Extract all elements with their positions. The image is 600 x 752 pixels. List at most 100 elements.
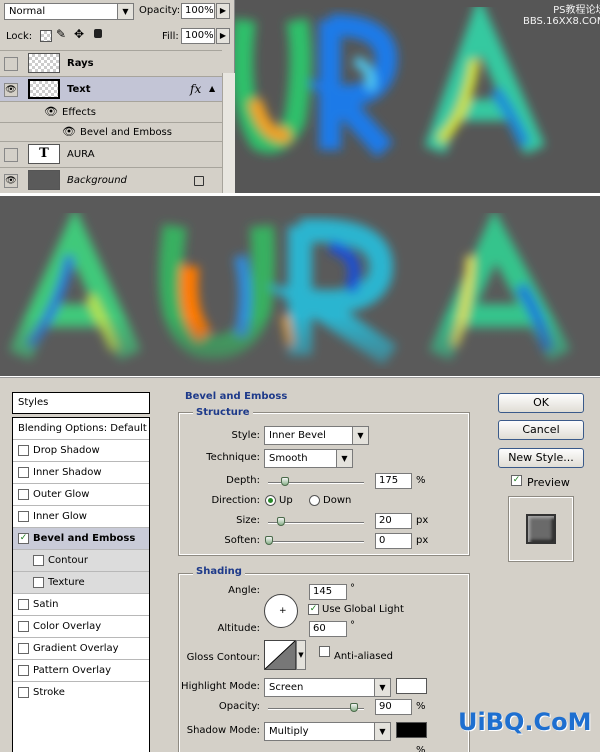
eye-icon[interactable]: 👁: [4, 174, 18, 188]
layer-thumbnail: [28, 170, 60, 190]
checkmark-icon[interactable]: ✓: [18, 533, 29, 544]
layer-name: Text: [67, 84, 91, 95]
checkbox[interactable]: [18, 467, 29, 478]
opacity-arrow-button[interactable]: ▶: [216, 3, 230, 19]
style-item-contour[interactable]: Contour: [13, 550, 149, 572]
shadow-mode-select[interactable]: Multiply ▼: [264, 722, 391, 741]
style-item-drop-shadow[interactable]: Drop Shadow: [13, 440, 149, 462]
fill-arrow-button[interactable]: ▶: [216, 28, 230, 44]
fill-input[interactable]: 100%: [181, 28, 215, 44]
layer-rays[interactable]: Rays: [0, 50, 222, 76]
technique-select[interactable]: Smooth ▼: [264, 449, 353, 468]
style-preview-swatch: [526, 514, 556, 544]
layer-background[interactable]: 👁 Background: [0, 167, 222, 193]
collapse-arrow-icon[interactable]: ▲: [209, 84, 215, 93]
layer-aura[interactable]: T AURA: [0, 141, 222, 167]
chevron-down-icon: ▼: [117, 4, 133, 19]
style-item-satin[interactable]: Satin: [13, 594, 149, 616]
size-input[interactable]: 20: [375, 513, 412, 529]
eye-icon[interactable]: 👁: [44, 105, 58, 118]
shading-title: Shading: [193, 566, 245, 577]
highlight-color-swatch[interactable]: [396, 678, 427, 694]
altitude-input[interactable]: 60: [309, 621, 347, 637]
lock-label: Lock:: [6, 31, 33, 42]
layer-text[interactable]: 👁 Text fx ▲: [0, 76, 222, 102]
ok-button[interactable]: OK: [498, 393, 584, 413]
blend-mode-select[interactable]: Normal ▼: [4, 3, 134, 20]
style-item-pattern-overlay[interactable]: Pattern Overlay: [13, 660, 149, 682]
checkbox[interactable]: [18, 445, 29, 456]
visibility-toggle[interactable]: [4, 57, 18, 71]
section-title: Bevel and Emboss: [185, 391, 288, 402]
structure-title: Structure: [193, 407, 253, 418]
size-slider-handle[interactable]: [277, 517, 285, 526]
gloss-contour-preview[interactable]: [264, 640, 296, 670]
checkmark-icon[interactable]: ✓: [308, 604, 319, 615]
visibility-toggle[interactable]: [4, 148, 18, 162]
style-item-inner-glow[interactable]: Inner Glow: [13, 506, 149, 528]
checkbox[interactable]: [33, 577, 44, 588]
style-item-color-overlay[interactable]: Color Overlay: [13, 616, 149, 638]
lock-move-icon[interactable]: ✥: [74, 27, 84, 41]
eye-icon[interactable]: 👁: [4, 83, 18, 97]
highlight-opacity-input[interactable]: 90: [375, 699, 412, 715]
checkbox[interactable]: [18, 665, 29, 676]
angle-dial[interactable]: +: [264, 594, 298, 628]
technique-value: Smooth: [269, 453, 308, 464]
checkbox[interactable]: [18, 643, 29, 654]
lock-all-icon[interactable]: [94, 29, 102, 38]
layer-effect-bevel[interactable]: 👁 Bevel and Emboss: [0, 122, 222, 142]
layers-scrollbar[interactable]: [222, 73, 235, 193]
checkbox[interactable]: [33, 555, 44, 566]
style-item-label: Color Overlay: [33, 621, 102, 632]
new-style-button[interactable]: New Style...: [498, 448, 584, 468]
style-item-inner-shadow[interactable]: Inner Shadow: [13, 462, 149, 484]
chevron-down-icon: ▼: [374, 723, 390, 740]
direction-down-radio[interactable]: [309, 495, 320, 506]
highlight-mode-select[interactable]: Screen ▼: [264, 678, 391, 697]
angle-label: Angle:: [228, 585, 260, 596]
cancel-button[interactable]: Cancel: [498, 420, 584, 440]
soften-input[interactable]: 0: [375, 533, 412, 549]
chevron-down-icon[interactable]: ▼: [296, 640, 306, 670]
shadow-mode-label: Shadow Mode:: [186, 725, 260, 736]
style-item-gradient-overlay[interactable]: Gradient Overlay: [13, 638, 149, 660]
angle-input[interactable]: 145: [309, 584, 347, 600]
highlight-opacity-label: Opacity:: [218, 701, 260, 712]
fx-icon[interactable]: fx: [190, 82, 201, 96]
effect-bevel-label: Bevel and Emboss: [80, 127, 172, 138]
style-item-outer-glow[interactable]: Outer Glow: [13, 484, 149, 506]
checkbox[interactable]: [18, 621, 29, 632]
layer-effects[interactable]: 👁 Effects: [0, 101, 222, 123]
eye-icon[interactable]: 👁: [62, 125, 76, 138]
layer-thumbnail: [28, 53, 60, 73]
bevel-style-select[interactable]: Inner Bevel ▼: [264, 426, 369, 445]
highlight-opacity-handle[interactable]: [350, 703, 358, 712]
soften-slider-track[interactable]: [268, 541, 364, 543]
checkbox[interactable]: [18, 599, 29, 610]
styles-header[interactable]: Styles: [12, 392, 150, 414]
direction-up-radio[interactable]: [265, 495, 276, 506]
lock-brush-icon[interactable]: ✎: [56, 27, 66, 41]
technique-label: Technique:: [206, 452, 260, 463]
style-item-blending-options[interactable]: Blending Options: Default: [13, 418, 149, 440]
soften-slider-handle[interactable]: [265, 536, 273, 545]
depth-slider-handle[interactable]: [281, 477, 289, 486]
lock-transparency-icon[interactable]: [40, 30, 52, 42]
soften-label: Soften:: [224, 535, 260, 546]
checkbox[interactable]: [18, 687, 29, 698]
opacity-input[interactable]: 100%: [181, 3, 215, 19]
style-item-bevel-emboss[interactable]: ✓ Bevel and Emboss: [13, 528, 149, 550]
checkbox[interactable]: [18, 511, 29, 522]
depth-input[interactable]: 175: [375, 473, 412, 489]
checkmark-icon[interactable]: ✓: [511, 475, 522, 486]
style-item-label: Satin: [33, 599, 59, 610]
style-label: Style:: [231, 430, 261, 441]
checkbox[interactable]: [18, 489, 29, 500]
style-item-label: Pattern Overlay: [33, 665, 112, 676]
anti-aliased-checkbox[interactable]: [319, 646, 330, 657]
style-item-stroke[interactable]: Stroke: [13, 682, 149, 704]
shadow-color-swatch[interactable]: [396, 722, 427, 738]
style-item-texture[interactable]: Texture: [13, 572, 149, 594]
style-item-label: Drop Shadow: [33, 445, 100, 456]
